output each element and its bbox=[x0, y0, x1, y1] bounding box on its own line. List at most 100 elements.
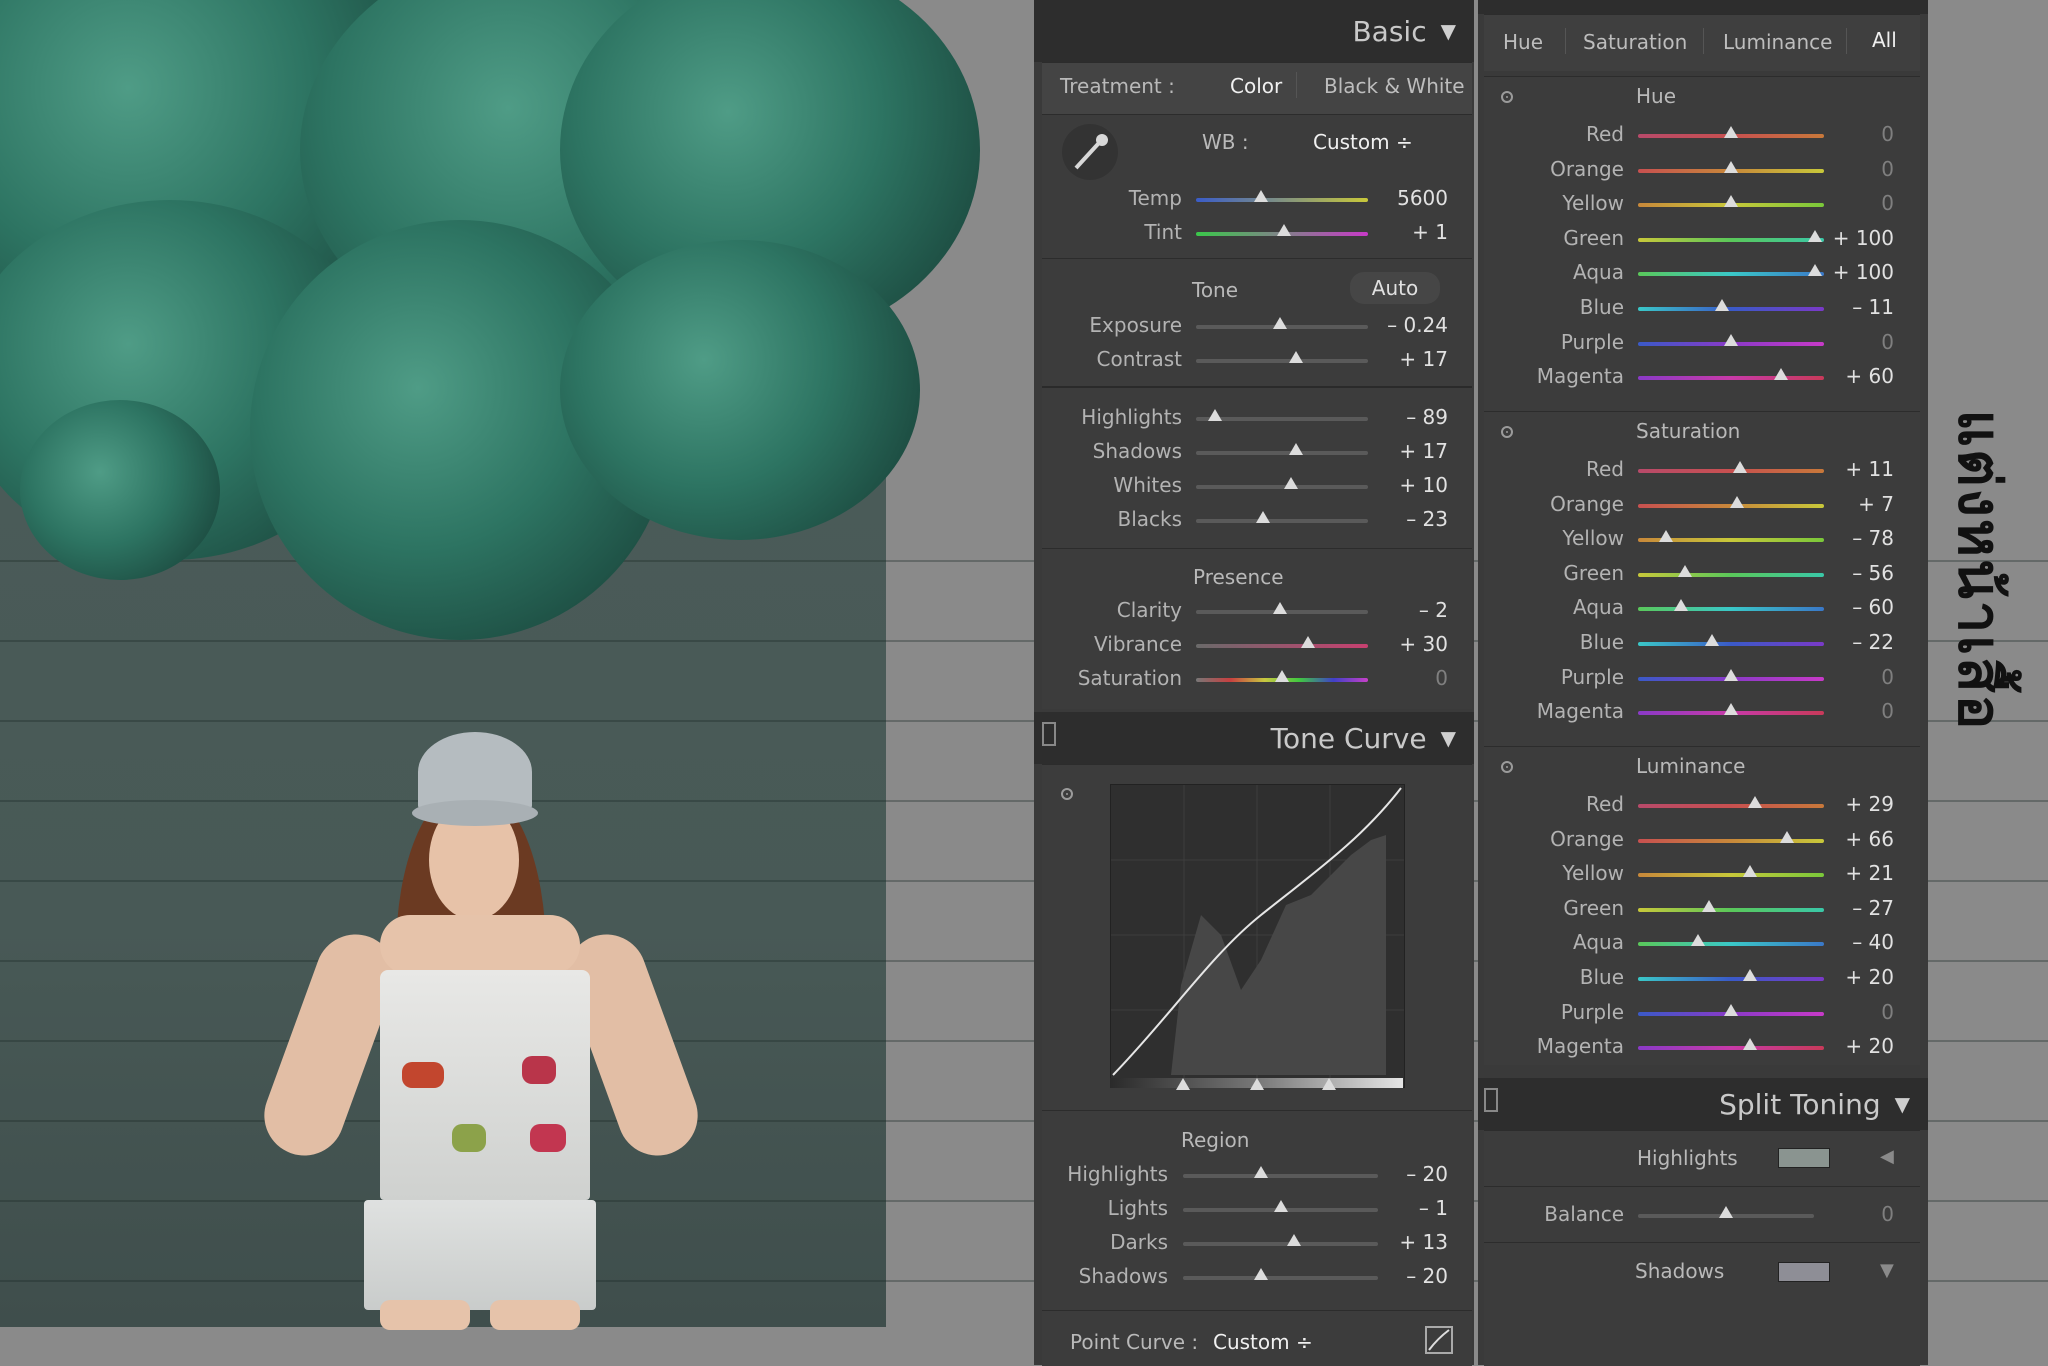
hsl-saturation-aqua-track[interactable] bbox=[1638, 607, 1824, 612]
targeted-adjustment-icon[interactable] bbox=[1061, 788, 1073, 800]
collapse-triangle-icon[interactable]: ▼ bbox=[1441, 726, 1456, 750]
curve-darks-thumb[interactable] bbox=[1287, 1234, 1302, 1246]
point-curve-dropdown[interactable]: Custom ÷ bbox=[1213, 1330, 1313, 1354]
basic-whites-thumb[interactable] bbox=[1283, 477, 1298, 489]
hsl-luminance-green-value[interactable]: – 27 bbox=[1852, 896, 1894, 920]
hsl-hue-magenta-thumb[interactable] bbox=[1774, 368, 1789, 381]
hsl-luminance-blue-thumb[interactable] bbox=[1742, 969, 1757, 981]
panel-switch-icon[interactable] bbox=[1484, 1088, 1498, 1112]
wb-temp-thumb[interactable] bbox=[1254, 190, 1269, 202]
split-point-thumb[interactable] bbox=[1250, 1078, 1264, 1090]
hsl-saturation-yellow-thumb[interactable] bbox=[1658, 530, 1673, 543]
hsl-saturation-red-track[interactable] bbox=[1638, 469, 1824, 473]
basic-shadows-thumb[interactable] bbox=[1288, 443, 1303, 455]
shadows-color-swatch[interactable] bbox=[1778, 1262, 1830, 1282]
hsl-hue-red-thumb[interactable] bbox=[1724, 126, 1738, 138]
presence-saturation-value[interactable]: 0 bbox=[1435, 666, 1448, 690]
hsl-hue-aqua-thumb[interactable] bbox=[1807, 264, 1822, 277]
hsl-saturation-orange-thumb[interactable] bbox=[1729, 495, 1744, 508]
curve-shadows-thumb[interactable] bbox=[1254, 1268, 1268, 1280]
basic-blacks-value[interactable]: – 23 bbox=[1406, 507, 1448, 531]
hsl-luminance-aqua-value[interactable]: – 40 bbox=[1852, 930, 1894, 954]
hsl-luminance-purple-thumb[interactable] bbox=[1724, 1003, 1738, 1016]
point-curve-edit-icon[interactable] bbox=[1425, 1326, 1453, 1354]
panel-switch-icon[interactable] bbox=[1042, 722, 1056, 746]
hsl-luminance-orange-thumb[interactable] bbox=[1779, 830, 1794, 843]
hsl-saturation-yellow-value[interactable]: – 78 bbox=[1852, 526, 1894, 550]
curve-highlights-value[interactable]: – 20 bbox=[1406, 1162, 1448, 1186]
hsl-luminance-orange-track[interactable] bbox=[1638, 838, 1824, 843]
split-point-thumb[interactable] bbox=[1322, 1078, 1336, 1090]
tab-hue[interactable]: Hue bbox=[1503, 30, 1543, 54]
eyedropper-icon[interactable] bbox=[1062, 124, 1118, 180]
presence-vibrance-track[interactable] bbox=[1196, 644, 1368, 648]
hsl-luminance-magenta-track[interactable] bbox=[1638, 1046, 1824, 1051]
targeted-adjustment-icon[interactable] bbox=[1501, 426, 1513, 438]
tone-exposure-value[interactable]: – 0.24 bbox=[1387, 313, 1448, 337]
curve-highlights-thumb[interactable] bbox=[1254, 1166, 1268, 1178]
tone-contrast-thumb[interactable] bbox=[1288, 351, 1303, 363]
basic-highlights-thumb[interactable] bbox=[1207, 409, 1222, 421]
hsl-hue-yellow-thumb[interactable] bbox=[1724, 195, 1738, 208]
hsl-saturation-purple-thumb[interactable] bbox=[1724, 668, 1738, 681]
wb-temp-value[interactable]: 5600 bbox=[1397, 186, 1448, 210]
wb-tint-thumb[interactable] bbox=[1276, 224, 1291, 236]
hsl-luminance-yellow-track[interactable] bbox=[1638, 873, 1824, 878]
hsl-saturation-magenta-value[interactable]: 0 bbox=[1881, 699, 1894, 723]
split-balance-value[interactable]: 0 bbox=[1881, 1202, 1894, 1226]
basic-shadows-value[interactable]: + 17 bbox=[1399, 439, 1448, 463]
treatment-bw-option[interactable]: Black & White bbox=[1324, 74, 1465, 98]
hsl-luminance-yellow-thumb[interactable] bbox=[1742, 865, 1757, 878]
collapse-left-triangle-icon[interactable]: ◀ bbox=[1880, 1146, 1894, 1167]
hsl-luminance-orange-value[interactable]: + 66 bbox=[1845, 827, 1894, 851]
curve-shadows-value[interactable]: – 20 bbox=[1406, 1264, 1448, 1288]
hsl-saturation-green-track[interactable] bbox=[1638, 572, 1824, 577]
hsl-saturation-green-value[interactable]: – 56 bbox=[1852, 561, 1894, 585]
hsl-luminance-blue-value[interactable]: + 20 bbox=[1845, 965, 1894, 989]
hsl-saturation-magenta-thumb[interactable] bbox=[1724, 703, 1738, 716]
basic-blacks-thumb[interactable] bbox=[1256, 511, 1271, 523]
hsl-luminance-green-thumb[interactable] bbox=[1701, 899, 1716, 912]
hsl-hue-red-value[interactable]: 0 bbox=[1881, 122, 1894, 146]
hsl-hue-magenta-value[interactable]: + 60 bbox=[1845, 364, 1894, 388]
wb-dropdown[interactable]: Custom ÷ bbox=[1313, 130, 1413, 154]
presence-saturation-thumb[interactable] bbox=[1275, 670, 1289, 682]
presence-clarity-value[interactable]: – 2 bbox=[1419, 598, 1448, 622]
presence-vibrance-value[interactable]: + 30 bbox=[1399, 632, 1448, 656]
basic-highlights-value[interactable]: – 89 bbox=[1406, 405, 1448, 429]
hsl-luminance-aqua-thumb[interactable] bbox=[1690, 934, 1705, 947]
hsl-saturation-aqua-value[interactable]: – 60 bbox=[1852, 595, 1894, 619]
basic-whites-track[interactable] bbox=[1196, 485, 1368, 489]
hsl-luminance-magenta-value[interactable]: + 20 bbox=[1845, 1034, 1894, 1058]
hsl-saturation-blue-track[interactable] bbox=[1638, 642, 1824, 646]
presence-vibrance-thumb[interactable] bbox=[1300, 636, 1315, 648]
curve-darks-value[interactable]: + 13 bbox=[1399, 1230, 1448, 1254]
hsl-hue-orange-value[interactable]: 0 bbox=[1881, 157, 1894, 181]
curve-highlights-track[interactable] bbox=[1183, 1174, 1378, 1178]
hsl-luminance-magenta-thumb[interactable] bbox=[1742, 1038, 1757, 1051]
hsl-luminance-blue-track[interactable] bbox=[1638, 977, 1824, 981]
split-point-thumb[interactable] bbox=[1176, 1078, 1190, 1090]
basic-whites-value[interactable]: + 10 bbox=[1399, 473, 1448, 497]
basic-shadows-track[interactable] bbox=[1196, 451, 1368, 455]
hsl-hue-aqua-track[interactable] bbox=[1638, 272, 1824, 277]
hsl-hue-blue-track[interactable] bbox=[1638, 307, 1824, 311]
curve-darks-track[interactable] bbox=[1183, 1242, 1378, 1246]
split-toning-panel-header[interactable]: Split Toning ▼ bbox=[1478, 1078, 1928, 1130]
hsl-hue-blue-value[interactable]: – 11 bbox=[1852, 295, 1894, 319]
curve-lights-thumb[interactable] bbox=[1273, 1200, 1288, 1212]
hsl-luminance-red-track[interactable] bbox=[1638, 804, 1824, 808]
hsl-saturation-blue-value[interactable]: – 22 bbox=[1852, 630, 1894, 654]
curve-lights-value[interactable]: – 1 bbox=[1419, 1196, 1448, 1220]
hsl-luminance-green-track[interactable] bbox=[1638, 907, 1824, 912]
tone-curve-graph[interactable] bbox=[1110, 784, 1405, 1088]
wb-temp-track[interactable] bbox=[1196, 198, 1368, 202]
hsl-saturation-aqua-thumb[interactable] bbox=[1673, 599, 1688, 612]
hsl-saturation-blue-thumb[interactable] bbox=[1705, 634, 1720, 646]
hsl-hue-purple-thumb[interactable] bbox=[1724, 333, 1738, 346]
highlights-color-swatch[interactable] bbox=[1778, 1148, 1830, 1168]
hsl-hue-purple-value[interactable]: 0 bbox=[1881, 330, 1894, 354]
hsl-saturation-orange-value[interactable]: + 7 bbox=[1858, 492, 1894, 516]
targeted-adjustment-icon[interactable] bbox=[1501, 761, 1513, 773]
hsl-saturation-green-thumb[interactable] bbox=[1677, 564, 1692, 577]
